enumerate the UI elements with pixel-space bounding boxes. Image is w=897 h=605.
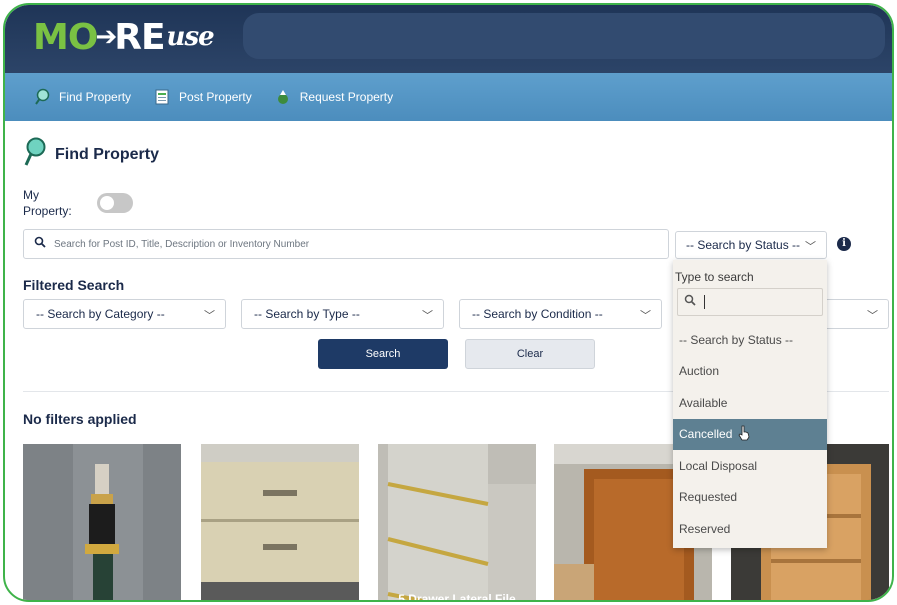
dropdown-option[interactable]: -- Search by Status -- (673, 324, 827, 356)
file-cabinet-image (201, 444, 359, 600)
chevron-down-icon: ﹀ (867, 310, 878, 322)
nav-find-property[interactable]: Find Property (33, 88, 131, 106)
text-cursor (704, 295, 705, 309)
status-select[interactable]: -- Search by Status -- ﹀ (675, 231, 827, 259)
logo-part-use: use (166, 22, 215, 52)
lateral-file-image (378, 444, 536, 600)
my-property-toggle[interactable] (97, 193, 133, 213)
logo-arrow: ➔ (95, 22, 117, 52)
lamp-image (23, 444, 181, 600)
category-select[interactable]: -- Search by Category -- ﹀ (23, 299, 226, 329)
dropdown-option[interactable]: Reserved (673, 513, 827, 545)
dropdown-search-field[interactable] (677, 288, 823, 316)
card-caption: 5 Drawer Lateral File (398, 592, 516, 602)
chevron-down-icon: ﹀ (422, 310, 433, 322)
property-card[interactable] (23, 444, 181, 600)
nav-request-property-label: Request Property (299, 90, 394, 104)
chevron-down-icon: ﹀ (204, 310, 215, 322)
nav-post-property[interactable]: Post Property (153, 88, 252, 106)
page-title: Find Property (23, 137, 159, 172)
search-field[interactable] (23, 229, 669, 259)
header-banner (243, 13, 885, 59)
header: MO ➔ RE use (5, 5, 892, 73)
dropdown-hint: Type to search (675, 270, 754, 284)
property-card[interactable]: 5 Drawer Lateral File (378, 444, 536, 602)
status-dropdown: Type to search -- Search by Status -- Au… (673, 260, 827, 548)
main-content: Find Property My Property: -- Search by … (5, 121, 892, 602)
search-icon (34, 235, 46, 253)
condition-select[interactable]: -- Search by Condition -- ﹀ (459, 299, 662, 329)
search-icon (684, 293, 696, 311)
search-input[interactable] (54, 238, 654, 250)
type-select[interactable]: -- Search by Type -- ﹀ (241, 299, 444, 329)
status-select-value: -- Search by Status -- (686, 238, 801, 252)
request-icon (274, 88, 292, 106)
nav-find-property-label: Find Property (59, 90, 132, 104)
dropdown-option[interactable]: Local Disposal (673, 450, 827, 482)
filtered-search-heading: Filtered Search (23, 277, 125, 293)
logo-part-re: RE (114, 16, 165, 58)
magnifier-icon (23, 137, 47, 172)
dropdown-option-highlighted[interactable]: Cancelled (673, 418, 827, 450)
document-icon (153, 88, 171, 106)
nav-request-property[interactable]: Request Property (274, 88, 393, 106)
nav-post-property-label: Post Property (179, 90, 252, 104)
results-heading: No filters applied (23, 411, 137, 427)
condition-select-value: -- Search by Condition -- (472, 307, 603, 321)
chevron-down-icon: ﹀ (640, 310, 651, 322)
magnifier-icon (33, 88, 51, 106)
logo[interactable]: MO ➔ RE use (33, 15, 215, 59)
type-select-value: -- Search by Type -- (254, 307, 360, 321)
dropdown-option[interactable]: Available (673, 387, 827, 419)
my-property-label: My Property: (23, 188, 72, 218)
info-icon[interactable]: i (837, 237, 851, 251)
dropdown-options: -- Search by Status -- Auction Available… (673, 324, 827, 545)
main-nav: Find Property Post Property Request Prop… (5, 73, 892, 121)
toggle-knob (100, 196, 114, 210)
page-title-text: Find Property (55, 145, 160, 163)
dropdown-option-label: Cancelled (679, 427, 733, 442)
dropdown-option[interactable]: Auction (673, 356, 827, 388)
hand-cursor-icon (738, 425, 750, 444)
chevron-down-icon: ﹀ (805, 241, 816, 253)
category-select-value: -- Search by Category -- (36, 307, 165, 321)
clear-button[interactable]: Clear (465, 339, 595, 369)
logo-part-mo: MO (33, 16, 98, 58)
search-button[interactable]: Search (318, 339, 448, 369)
property-card[interactable] (201, 444, 359, 600)
app-frame: MO ➔ RE use Find Property Post Property … (3, 3, 894, 602)
dropdown-option[interactable]: Requested (673, 482, 827, 514)
